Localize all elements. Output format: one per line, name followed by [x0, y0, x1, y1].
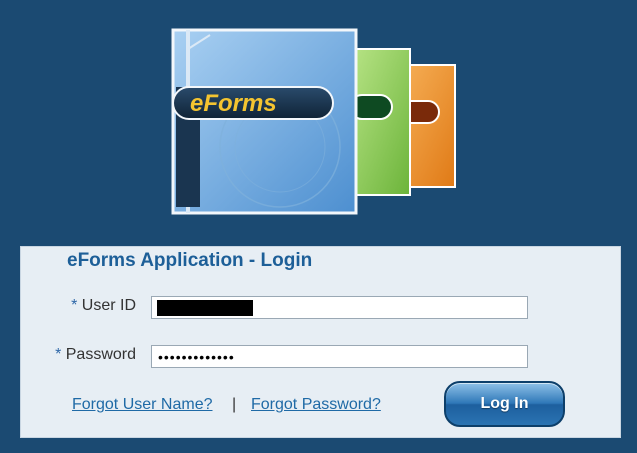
eforms-logo: eForms	[170, 27, 460, 217]
user-id-label-text: User ID	[81, 297, 136, 314]
login-title: eForms Application - Login	[67, 250, 313, 271]
forgot-user-name-link[interactable]: Forgot User Name?	[72, 396, 213, 414]
redacted-user-id	[157, 300, 253, 316]
password-label-text: Password	[65, 346, 136, 363]
blue-book-shape	[171, 28, 358, 215]
eforms-logo-graphic: eForms	[171, 28, 456, 215]
required-marker: *	[55, 346, 62, 363]
forgot-password-link[interactable]: Forgot Password?	[251, 396, 381, 414]
login-button[interactable]: Log In	[444, 381, 565, 427]
required-marker: *	[71, 297, 78, 314]
login-panel: eForms Application - Login * User ID * P…	[20, 246, 621, 438]
password-input[interactable]	[151, 345, 528, 368]
link-separator: |	[232, 396, 237, 413]
password-label: * Password	[55, 346, 136, 364]
user-id-label: * User ID	[71, 297, 136, 315]
logo-text: eForms	[190, 90, 277, 117]
green-book-shape	[349, 48, 411, 196]
